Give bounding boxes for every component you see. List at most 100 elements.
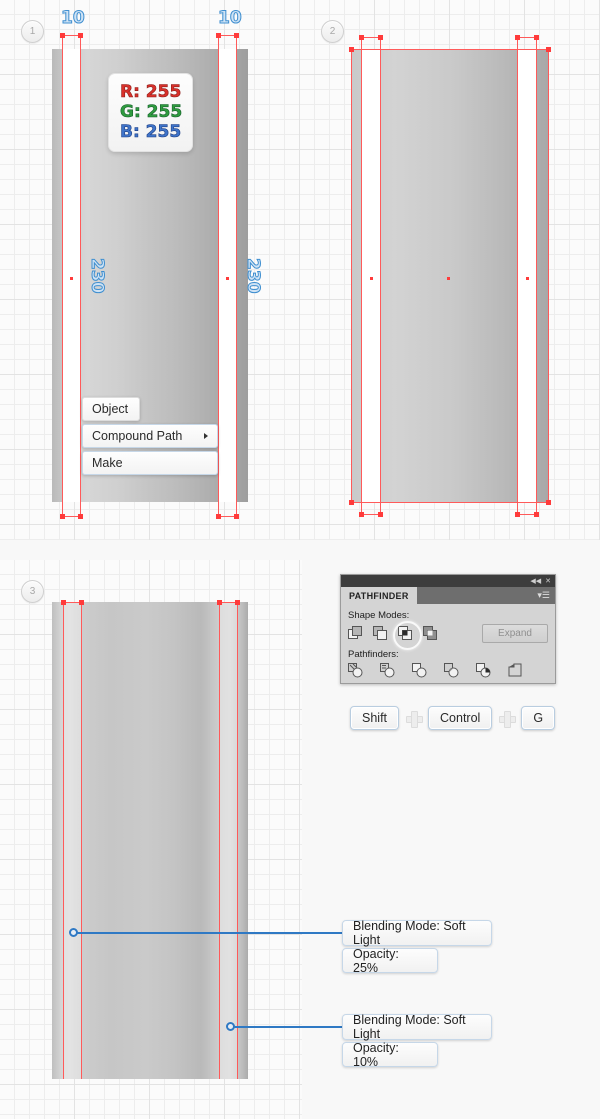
selection-anchor-bl (349, 500, 354, 505)
shape-mode-unite-button[interactable] (348, 626, 363, 641)
key-shift-label: Shift (362, 711, 387, 725)
expand-button[interactable]: Expand (482, 624, 548, 643)
pathfinder-crop-button[interactable] (444, 663, 459, 678)
final-guide-right-b (237, 602, 238, 1079)
plus-icon-2 (499, 711, 514, 726)
callout-1-opacity: Opacity: 25% (342, 948, 438, 973)
callout-2-anchor-dot (226, 1022, 235, 1031)
artwork-gap-left (361, 49, 380, 502)
artwork-highlight-right (219, 602, 237, 1079)
callout-1-blending-mode: Blending Mode: Soft Light (342, 920, 492, 946)
artwork-gap-right (517, 49, 536, 502)
pathfinder-titlebar: ◀◀ ✕ (341, 575, 555, 587)
tab-pathfinder[interactable]: PATHFINDER (341, 587, 417, 604)
pathfinders-label: Pathfinders: (348, 649, 548, 660)
illustration-canvas: 1 10 10 230 230 R: 255 G: 255 (0, 0, 600, 1119)
keyboard-shortcut-row: Shift Control G (350, 706, 555, 730)
callout-1-opacity-label: Opacity: 25% (353, 947, 427, 975)
selection-guide-gap-right-b (536, 37, 537, 515)
step-badge-1: 1 (21, 20, 44, 43)
guide-left-inner (80, 35, 81, 517)
pathfinder-divide-button[interactable] (348, 663, 363, 678)
dimension-label-width-left: 10 (61, 8, 85, 28)
anchor-right-mid (226, 277, 229, 280)
pathfinder-tab-row: PATHFINDER ▾☰ (341, 587, 555, 604)
selection-guide-gap-left-b (380, 37, 381, 515)
selection-anchor-mid-left (370, 277, 373, 280)
pathfinder-trim-button[interactable] (380, 663, 395, 678)
menu-item-compound-path-label: Compound Path (92, 429, 182, 443)
callout-2-opacity: Opacity: 10% (342, 1042, 438, 1067)
pathfinder-merge-button[interactable] (412, 663, 427, 678)
selection-anchor-mid-center (447, 277, 450, 280)
pathfinder-panel: ◀◀ ✕ PATHFINDER ▾☰ Shape Modes: (340, 574, 556, 684)
selection-left-edge (351, 49, 352, 503)
pathfinder-body: Shape Modes: Expand Pathf (341, 604, 555, 685)
final-guide-right-a (219, 602, 220, 1079)
final-anchor-right-a (217, 600, 222, 605)
anchor-left-top-outer (60, 33, 65, 38)
key-g[interactable]: G (521, 706, 555, 730)
expand-button-label: Expand (498, 628, 532, 639)
callout-2-opacity-label: Opacity: 10% (353, 1041, 427, 1069)
menu-item-object[interactable]: Object (82, 397, 140, 421)
panel-1: 1 10 10 230 230 R: 255 G: 255 (0, 0, 300, 540)
menu-item-make[interactable]: Make (82, 451, 218, 475)
anchor-left-bottom-outer (60, 514, 65, 519)
panel-2: 2 (300, 0, 600, 540)
anchor-right-bottom-outer (216, 514, 221, 519)
tab-pathfinder-label: PATHFINDER (349, 591, 409, 601)
final-anchor-right-b (235, 600, 240, 605)
step-badge-3: 3 (21, 580, 44, 603)
selection-anchor-br (546, 500, 551, 505)
shape-mode-exclude-button[interactable] (423, 626, 438, 641)
menu-item-object-label: Object (92, 402, 128, 416)
plus-icon (406, 711, 421, 726)
panel-menu-icon[interactable]: ▾☰ (537, 591, 550, 600)
menu-item-make-label: Make (92, 456, 123, 470)
selection-anchor-gap-left-b2 (378, 512, 383, 517)
selection-anchor-gap-right-b2 (534, 512, 539, 517)
key-g-label: G (533, 711, 543, 725)
final-guide-left-b (81, 602, 82, 1079)
dimension-label-height-left: 230 (87, 258, 107, 294)
guide-left-outer (62, 35, 63, 517)
anchor-left-bottom-inner (78, 514, 83, 519)
selection-anchor-gap-left-a2 (359, 512, 364, 517)
anchor-left-mid (70, 277, 73, 280)
anchor-left-top-inner (78, 33, 83, 38)
guide-right-inner (236, 35, 237, 517)
chevron-right-icon (204, 433, 208, 439)
selection-anchor-gap-left-b (378, 35, 383, 40)
selection-anchor-tl (349, 47, 354, 52)
key-control[interactable]: Control (428, 706, 492, 730)
artwork-strip-right (218, 49, 236, 502)
anchor-right-bottom-inner (234, 514, 239, 519)
collapse-icon[interactable]: ◀◀ (530, 578, 541, 585)
callout-1-line (74, 932, 342, 934)
selection-guide-gap-right-a (517, 37, 518, 515)
rgb-value-box: R: 255 G: 255 B: 255 (108, 73, 193, 152)
shape-mode-intersect-button[interactable] (398, 626, 413, 641)
final-anchor-left-a (61, 600, 66, 605)
pathfinder-minus-back-button[interactable] (508, 663, 523, 678)
dimension-label-height-right: 230 (243, 258, 263, 294)
key-shift[interactable]: Shift (350, 706, 399, 730)
pathfinders-row (348, 663, 548, 678)
selection-anchor-gap-left-a (359, 35, 364, 40)
selection-right-edge (548, 49, 549, 503)
selection-anchor-gap-right-a2 (515, 512, 520, 517)
menu-item-compound-path[interactable]: Compound Path (82, 424, 218, 448)
shape-mode-minus-front-button[interactable] (373, 626, 388, 641)
rgb-blue-value: B: 255 (120, 122, 182, 142)
pathfinder-outline-button[interactable] (476, 663, 491, 678)
selection-anchor-gap-right-b (534, 35, 539, 40)
rgb-red-value: R: 255 (120, 82, 182, 102)
step-badge-2: 2 (321, 20, 344, 43)
callout-2-blending-mode: Blending Mode: Soft Light (342, 1014, 492, 1040)
callout-1-anchor-dot (69, 928, 78, 937)
anchor-right-top-inner (234, 33, 239, 38)
artwork-strip-left (62, 49, 80, 502)
close-icon[interactable]: ✕ (545, 578, 551, 585)
final-anchor-left-b (79, 600, 84, 605)
